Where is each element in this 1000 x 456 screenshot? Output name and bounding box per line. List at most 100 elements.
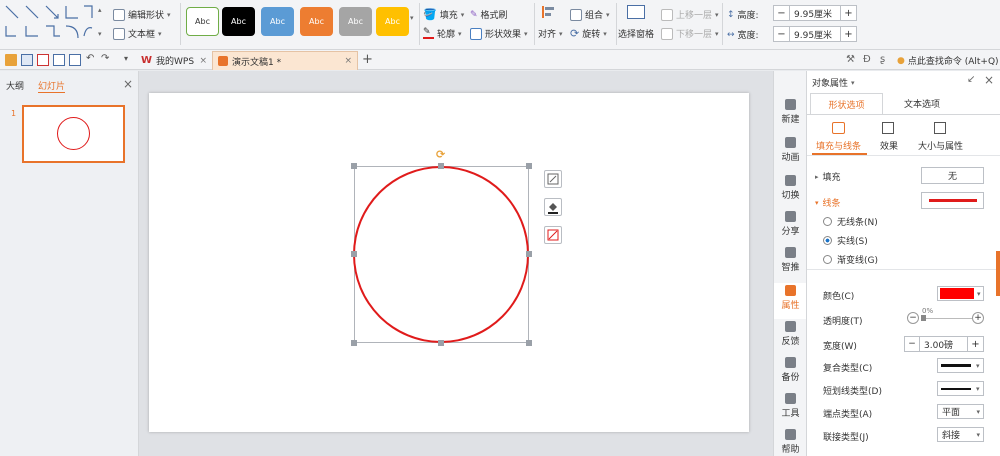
- dash-type-select[interactable]: ▾: [937, 381, 984, 396]
- preview-icon[interactable]: [69, 54, 81, 66]
- width-spinner[interactable]: − 9.95厘米 +: [773, 26, 857, 42]
- quick-edit-shape-button[interactable]: [544, 170, 562, 188]
- bring-forward-button[interactable]: 上移一层 ▾: [661, 8, 719, 21]
- quick-access-dropdown[interactable]: ▾: [124, 54, 128, 63]
- panel-collapse-tab[interactable]: [996, 251, 1000, 296]
- slide-thumbnail-1[interactable]: [22, 105, 125, 163]
- side-tool-properties[interactable]: 属性: [774, 283, 807, 319]
- cap-type-select[interactable]: 平面 ▾: [937, 404, 984, 419]
- open-folder-icon[interactable]: [5, 54, 17, 66]
- side-tool-help[interactable]: 帮助: [774, 429, 807, 455]
- width-input[interactable]: 9.95厘米: [790, 28, 840, 41]
- shape-style-swatch[interactable]: Abc: [300, 7, 333, 36]
- share-doc-icon[interactable]: Ð: [863, 54, 871, 65]
- tools-icon[interactable]: ⚒: [846, 54, 855, 65]
- tab-fill-and-line[interactable]: 填充与线条: [816, 139, 861, 152]
- quick-outline-button[interactable]: [544, 226, 562, 244]
- height-decrease[interactable]: −: [774, 6, 790, 20]
- side-tool-transition[interactable]: 切换: [774, 175, 807, 201]
- resize-handle-e[interactable]: [526, 251, 532, 257]
- tab-presentation-1[interactable]: 演示文稿1 * ×: [212, 51, 358, 70]
- outline-button[interactable]: ✎ 轮廓 ▾: [423, 27, 462, 40]
- side-tool-recommend[interactable]: 智推: [774, 247, 807, 273]
- group-button[interactable]: 组合 ▾: [570, 8, 610, 21]
- gallery-expand[interactable]: ▾: [98, 30, 102, 38]
- tab-effect[interactable]: 效果: [880, 139, 898, 152]
- compound-type-select[interactable]: ▾: [937, 358, 984, 373]
- gallery-scroll-up[interactable]: ▴: [98, 6, 102, 14]
- tab-shape-options[interactable]: 形状选项: [810, 93, 883, 114]
- side-tool-animation[interactable]: 动画: [774, 137, 807, 163]
- fill-button[interactable]: 🪣 填充 ▾: [423, 8, 464, 21]
- shape-effect-button[interactable]: 形状效果 ▾: [470, 27, 528, 40]
- shape-style-swatch[interactable]: Abc: [222, 7, 255, 36]
- new-tab-button[interactable]: +: [362, 52, 373, 67]
- side-tool-feedback[interactable]: 反馈: [774, 321, 807, 347]
- feedback-icon[interactable]: ʂ: [880, 54, 885, 65]
- print-icon[interactable]: [53, 54, 65, 66]
- resize-handle-w[interactable]: [351, 251, 357, 257]
- transparency-increase[interactable]: +: [972, 312, 984, 324]
- resize-handle-s[interactable]: [438, 340, 444, 346]
- side-tool-new[interactable]: 新建: [774, 99, 807, 125]
- tab-my-wps[interactable]: W 我的WPS ×: [136, 51, 212, 70]
- line-width-decrease[interactable]: −: [905, 337, 920, 351]
- pdf-icon[interactable]: [37, 54, 49, 66]
- side-tool-share[interactable]: 分享: [774, 211, 807, 237]
- line-color-picker[interactable]: ▾: [937, 286, 984, 301]
- side-tool-backup[interactable]: 备份: [774, 357, 807, 383]
- style-gallery-more[interactable]: ▾: [410, 14, 414, 22]
- rotate-handle-icon[interactable]: ⟳: [436, 148, 445, 161]
- line-width-increase[interactable]: +: [967, 337, 983, 351]
- line-preset-select[interactable]: [921, 192, 984, 209]
- textbox-button[interactable]: 文本框 ▾: [113, 27, 162, 40]
- height-input[interactable]: 9.95厘米: [790, 7, 840, 20]
- send-backward-button[interactable]: 下移一层 ▾: [661, 27, 719, 40]
- tab-slides[interactable]: 幻灯片: [38, 79, 66, 93]
- resize-handle-n[interactable]: [438, 163, 444, 169]
- side-tool-tools[interactable]: 工具: [774, 393, 807, 419]
- transparency-slider[interactable]: [922, 318, 972, 319]
- edit-shape-button[interactable]: 编辑形状 ▾: [113, 8, 171, 21]
- radio-solid-line[interactable]: 实线(S): [807, 234, 1000, 247]
- circle-shape[interactable]: [353, 166, 529, 343]
- undo-icon[interactable]: ↶: [86, 53, 94, 64]
- close-icon[interactable]: ×: [984, 73, 994, 87]
- radio-no-line[interactable]: 无线条(N): [807, 215, 1000, 228]
- command-search[interactable]: ● 点此查找命令 (Alt+Q): [897, 54, 999, 68]
- width-increase[interactable]: +: [840, 27, 856, 41]
- slide[interactable]: ⟳: [149, 93, 749, 432]
- dock-icon[interactable]: ↙: [967, 74, 975, 85]
- line-shapes-gallery[interactable]: [4, 4, 96, 40]
- align-button[interactable]: 对齐 ▾: [538, 27, 563, 41]
- tab-text-options[interactable]: 文本选项: [883, 93, 961, 114]
- shape-style-swatch[interactable]: Abc: [339, 7, 372, 36]
- rotate-button[interactable]: ⟳ 旋转 ▾: [570, 27, 607, 40]
- format-painter-button[interactable]: ✎ 格式刷: [470, 8, 508, 22]
- transparency-thumb[interactable]: [921, 315, 926, 321]
- selection-pane-button[interactable]: 选择窗格: [618, 27, 654, 40]
- resize-handle-sw[interactable]: [351, 340, 357, 346]
- height-increase[interactable]: +: [840, 6, 856, 20]
- transparency-decrease[interactable]: −: [907, 312, 919, 324]
- close-icon[interactable]: ×: [344, 56, 352, 66]
- line-width-spinner[interactable]: − 3.00磅 +: [904, 336, 984, 352]
- resize-handle-se[interactable]: [526, 340, 532, 346]
- height-spinner[interactable]: − 9.95厘米 +: [773, 5, 857, 21]
- join-type-select[interactable]: 斜接 ▾: [937, 427, 984, 442]
- close-panel-icon[interactable]: ×: [123, 77, 133, 91]
- shape-style-swatch[interactable]: Abc: [186, 7, 219, 36]
- resize-handle-nw[interactable]: [351, 163, 357, 169]
- resize-handle-ne[interactable]: [526, 163, 532, 169]
- tab-outline[interactable]: 大纲: [6, 79, 24, 92]
- redo-icon[interactable]: ↷: [101, 53, 109, 64]
- width-decrease[interactable]: −: [774, 27, 790, 41]
- line-width-input[interactable]: 3.00磅: [920, 338, 967, 351]
- quick-fill-button[interactable]: [544, 198, 562, 216]
- tab-size-properties[interactable]: 大小与属性: [918, 139, 963, 152]
- shape-style-swatch[interactable]: Abc: [261, 7, 294, 36]
- shape-style-swatch[interactable]: Abc: [376, 7, 409, 36]
- close-icon[interactable]: ×: [199, 56, 207, 66]
- save-icon[interactable]: [21, 54, 33, 66]
- fill-select[interactable]: 无: [921, 167, 984, 184]
